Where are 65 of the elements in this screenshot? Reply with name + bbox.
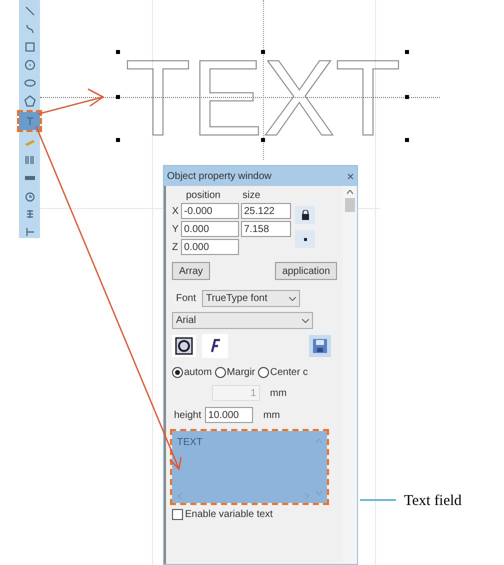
font-button[interactable] <box>202 334 228 358</box>
lock-button[interactable] <box>295 206 315 224</box>
font-label: Font <box>176 292 196 306</box>
selection-handle[interactable] <box>116 95 120 99</box>
position-field[interactable]: 0.000 <box>181 221 239 237</box>
outline-font-button[interactable] <box>172 335 196 357</box>
mode-radio[interactable]: autom <box>172 365 212 380</box>
circle-tool-icon <box>24 58 36 70</box>
position-label: position <box>186 189 220 203</box>
variable-text-checkbox[interactable]: Enable variable text <box>172 507 339 522</box>
height-field[interactable]: 10.000 <box>205 407 254 423</box>
height-label: height <box>174 408 202 422</box>
font-name-dropdown[interactable]: Arial <box>172 312 313 329</box>
save-button[interactable] <box>309 335 331 357</box>
radio-button[interactable] <box>172 367 183 378</box>
selection-handle[interactable] <box>405 50 409 54</box>
mode-radio[interactable]: Margir <box>214 365 256 380</box>
selection-handle[interactable] <box>405 95 409 99</box>
checkbox[interactable] <box>172 509 183 520</box>
scrollbar-thumb[interactable] <box>345 198 355 212</box>
barcode-tool-icon <box>24 154 36 166</box>
font-type-dropdown[interactable]: TrueType font <box>202 290 300 307</box>
selection-handle[interactable] <box>116 138 120 142</box>
axis-label: Z <box>172 240 179 254</box>
size-field[interactable]: 25.122 <box>241 203 291 219</box>
action-button[interactable]: Array <box>172 262 210 280</box>
pointer-arrow <box>38 88 104 115</box>
radio-button[interactable] <box>258 367 270 378</box>
italic-f-icon <box>209 339 221 353</box>
text-content: TEXT <box>176 436 204 450</box>
curve-tool-icon <box>24 22 36 34</box>
axis-label: X <box>172 204 179 218</box>
selection-handle[interactable] <box>116 50 120 54</box>
size-label: size <box>242 189 260 203</box>
leader-line <box>360 499 396 501</box>
action-button[interactable]: application <box>275 262 337 280</box>
padlock-icon <box>300 210 310 220</box>
tool-button[interactable] <box>19 112 40 130</box>
polygon-tool-icon <box>24 94 36 106</box>
center-button[interactable] <box>295 230 315 248</box>
position-field[interactable]: -0.000 <box>181 203 239 219</box>
port-tool-icon <box>24 226 36 238</box>
chevron-down-icon <box>289 296 296 300</box>
outlined-square-icon <box>175 337 193 355</box>
unit-label: mm <box>270 386 287 400</box>
ellipse-tool-icon <box>24 76 36 88</box>
axis-label: Y <box>172 222 179 236</box>
outlined-text: TEXT <box>125 58 402 138</box>
selection-handle[interactable] <box>261 138 265 142</box>
chevron-down-icon <box>302 318 309 322</box>
callout-label: Text field <box>404 492 462 511</box>
rectangle-tool-icon <box>24 40 36 52</box>
scroll-up-icon[interactable] <box>347 190 353 194</box>
selection-handle[interactable] <box>261 50 265 54</box>
radio-button[interactable] <box>214 367 226 378</box>
position-field[interactable]: 0.000 <box>181 239 239 255</box>
mode-radio[interactable]: Center c <box>258 365 308 380</box>
size-field[interactable]: 7.158 <box>241 221 291 237</box>
line-tool-icon <box>24 4 36 16</box>
window-title: Object property window <box>167 170 272 184</box>
clock-tool-icon <box>24 190 36 202</box>
unit-label: mm <box>263 408 280 422</box>
scrollbar[interactable] <box>343 186 357 564</box>
selection-handle[interactable] <box>405 138 409 142</box>
close-icon[interactable] <box>347 172 354 180</box>
